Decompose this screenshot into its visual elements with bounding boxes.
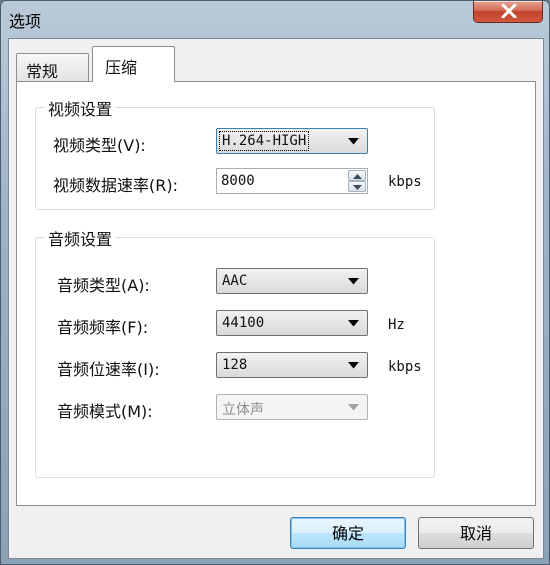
video-settings-group: 视频设置 视频类型(V): H.264-HIGH 视频数据速率(R): 8000 — [35, 96, 435, 210]
video-type-value: H.264-HIGH — [219, 131, 310, 151]
chevron-down-icon — [348, 362, 359, 369]
title-bar[interactable]: 选项 — [1, 1, 549, 37]
audio-freq-unit: Hz — [388, 317, 405, 333]
audio-bitrate-label: 音频位速率(I): — [57, 360, 160, 379]
chevron-down-icon — [348, 404, 359, 411]
audio-type-value: AAC — [222, 273, 248, 289]
video-group-title: 视频设置 — [45, 96, 116, 120]
arrow-down-icon — [353, 185, 362, 190]
arrow-up-icon — [353, 174, 362, 179]
audio-type-select[interactable]: AAC — [216, 268, 368, 294]
chevron-down-icon — [348, 320, 359, 327]
compress-panel: 视频设置 视频类型(V): H.264-HIGH 视频数据速率(R): 8000 — [16, 81, 536, 506]
audio-mode-label: 音频模式(M): — [57, 402, 153, 421]
tab-compress[interactable]: 压缩 — [92, 46, 175, 82]
spinner-down-button[interactable] — [348, 181, 366, 192]
options-dialog: 选项 常规 压缩 视频设置 视频类型(V): H.264-HIGH 视频数据速率… — [0, 0, 550, 565]
close-button[interactable] — [473, 1, 543, 23]
ok-button[interactable]: 确定 — [290, 517, 406, 549]
video-rate-label: 视频数据速率(R): — [53, 176, 178, 195]
video-type-label: 视频类型(V): — [53, 136, 146, 155]
audio-freq-label: 音频频率(F): — [57, 318, 149, 337]
window-title: 选项 — [9, 12, 42, 31]
audio-settings-group: 音频设置 音频类型(A): AAC 音频频率(F): 44100 Hz 音频位速… — [35, 226, 435, 478]
audio-mode-select: 立体声 — [216, 394, 368, 420]
audio-group-title: 音频设置 — [45, 226, 116, 250]
audio-type-label: 音频类型(A): — [57, 276, 150, 295]
video-rate-unit: kbps — [388, 174, 422, 190]
audio-mode-value: 立体声 — [222, 402, 264, 418]
dialog-body: 常规 压缩 视频设置 视频类型(V): H.264-HIGH 视频数据速率(R)… — [8, 38, 544, 559]
video-rate-spinner[interactable]: 8000 — [216, 168, 368, 194]
spinner-buttons — [348, 170, 366, 192]
video-rate-value: 8000 — [221, 173, 255, 189]
audio-freq-select[interactable]: 44100 — [216, 310, 368, 336]
chevron-down-icon — [348, 278, 359, 285]
audio-bitrate-select[interactable]: 128 — [216, 352, 368, 378]
audio-bitrate-value: 128 — [222, 357, 248, 373]
audio-freq-value: 44100 — [222, 315, 265, 331]
close-icon — [501, 4, 517, 18]
tab-general-label: 常规 — [26, 62, 59, 81]
spinner-up-button[interactable] — [348, 170, 366, 181]
chevron-down-icon — [348, 138, 359, 145]
audio-bitrate-unit: kbps — [388, 359, 422, 375]
cancel-button[interactable]: 取消 — [418, 517, 534, 549]
video-type-select[interactable]: H.264-HIGH — [216, 128, 368, 154]
tab-compress-label: 压缩 — [105, 58, 138, 77]
tab-general[interactable]: 常规 — [16, 53, 89, 81]
